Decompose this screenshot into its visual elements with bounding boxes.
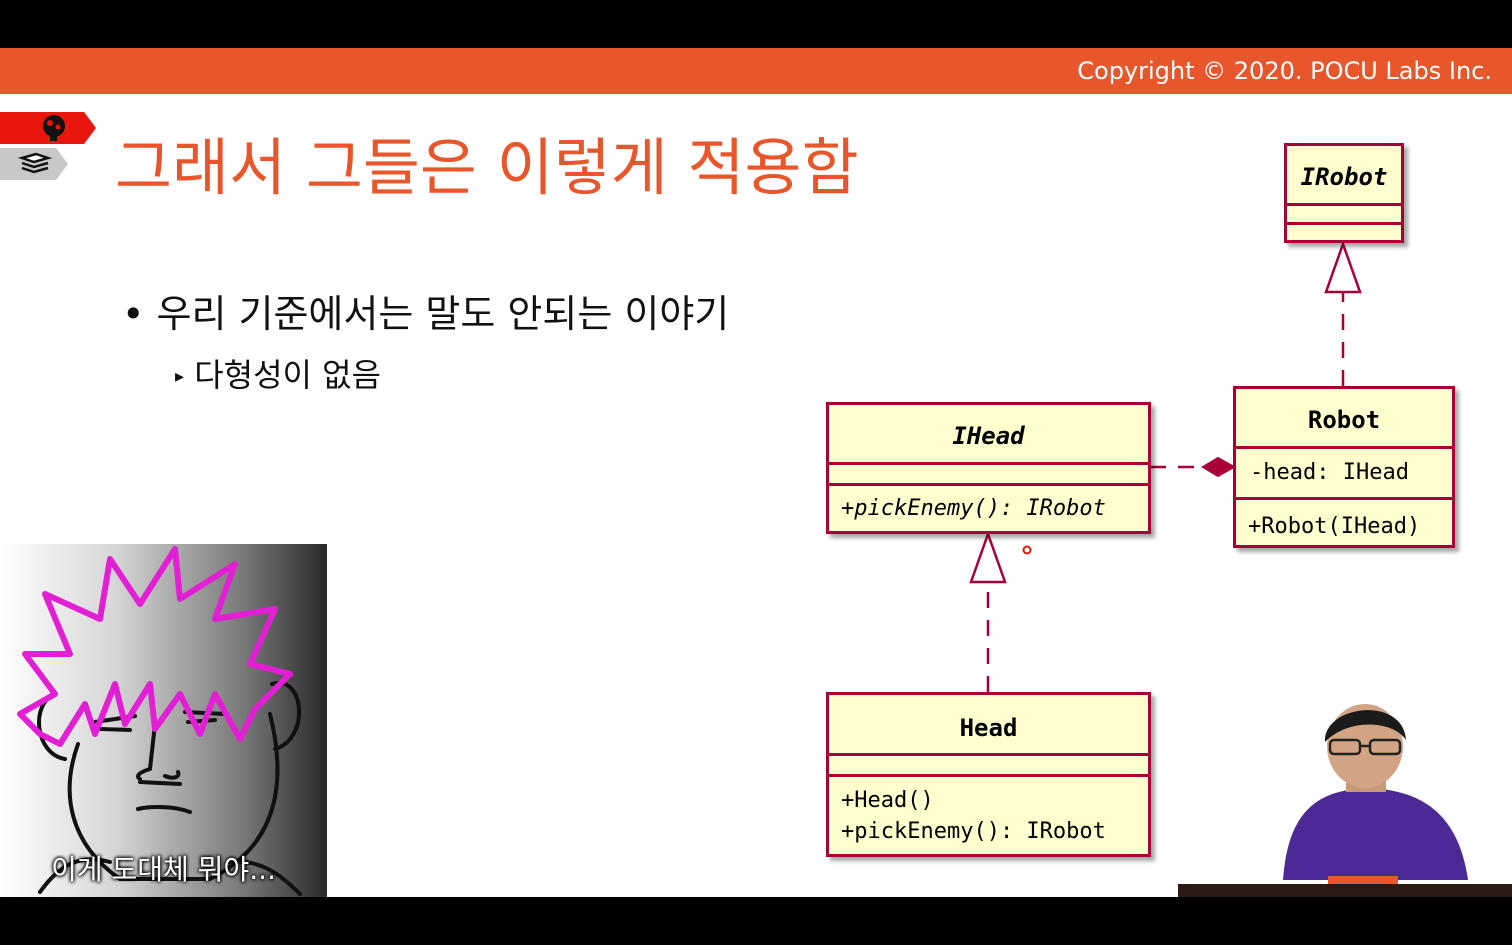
methods-compartment: +Robot(IHead) <box>1236 497 1452 548</box>
class-name: IHead <box>952 422 1025 450</box>
uml-class-robot[interactable]: Robot -head: IHead +Robot(IHead) <box>1233 386 1455 548</box>
class-name: Head <box>959 714 1018 742</box>
class-name: Robot <box>1307 406 1381 434</box>
method-constructor: +Robot(IHead) <box>1248 514 1421 539</box>
desk <box>1178 884 1512 897</box>
bottom-letterbox <box>0 897 1512 945</box>
realization-arrowhead-robot <box>1324 240 1362 294</box>
fields-compartment <box>829 462 1148 483</box>
spiky-hair <box>17 546 293 747</box>
realization-arrowhead-head <box>969 530 1007 584</box>
methods-compartment: +Head() +pickEnemy(): IRobot <box>829 774 1148 857</box>
fields-compartment: -head: IHead <box>1236 446 1452 497</box>
method-pick-enemy: +pickEnemy(): IRobot <box>841 819 1106 844</box>
method-pick-enemy: +pickEnemy(): IRobot <box>841 496 1106 521</box>
pointer-dot <box>1022 545 1032 555</box>
field-head: -head: IHead <box>1250 460 1409 485</box>
composition-diamond <box>1201 456 1237 478</box>
fields-compartment <box>829 753 1148 774</box>
cartoon-panel <box>0 544 327 897</box>
presenter-shirt <box>1283 788 1468 880</box>
methods-compartment: +pickEnemy(): IRobot <box>829 483 1148 537</box>
uml-class-ihead[interactable]: IHead +pickEnemy(): IRobot <box>826 402 1151 534</box>
method-constructor: +Head() <box>841 788 934 813</box>
methods-compartment <box>1287 222 1401 243</box>
class-name: IRobot <box>1300 163 1388 191</box>
presenter-video <box>1178 704 1512 897</box>
uml-class-irobot[interactable]: IRobot <box>1284 143 1404 243</box>
cartoon-caption: 이게 도대체 뭐야... <box>51 853 276 886</box>
uml-class-head[interactable]: Head +Head() +pickEnemy(): IRobot <box>826 692 1151 857</box>
confused-face-drawing <box>17 546 302 896</box>
fields-compartment <box>1287 203 1401 222</box>
